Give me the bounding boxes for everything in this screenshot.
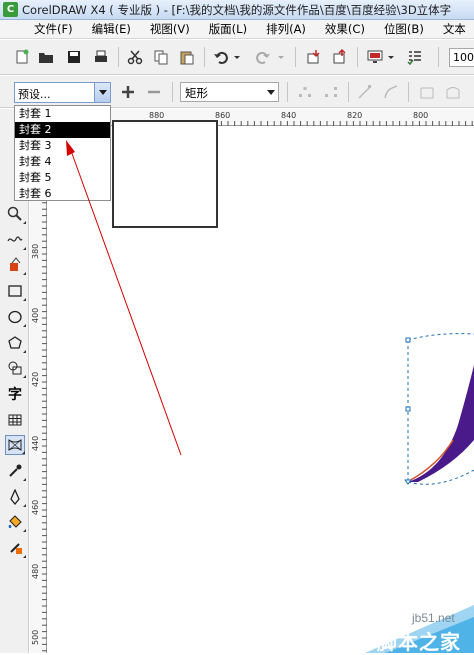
smart-fill-icon[interactable] [5,255,26,275]
shape-type-combo-box[interactable]: 矩形 [180,82,279,102]
preset-combo-box[interactable]: 预设... [14,82,111,103]
table-icon[interactable] [5,410,25,430]
ruler-label: 840 [281,111,297,120]
preset-option-2[interactable]: 封套 2 [15,122,110,138]
watermark-text: 脚本之家 [377,630,461,654]
menu-effects[interactable]: 效果(C) [325,21,365,37]
paste-icon[interactable] [178,48,196,66]
undo-icon[interactable] [212,48,230,66]
envelope-tool-icon[interactable] [5,435,25,455]
application-launcher-icon[interactable] [366,48,384,66]
to-line-icon[interactable] [356,83,374,101]
preset-value: 预设... [18,88,51,101]
menu-file[interactable]: 文件(F) [34,21,73,37]
cut-icon[interactable] [126,48,144,66]
redo-dropdown-icon[interactable] [276,48,286,66]
eyedropper-icon[interactable] [5,461,26,481]
preset-option-1[interactable]: 封套 1 [15,106,110,122]
undo-dropdown-icon[interactable] [232,48,242,66]
ruler-label: 460 [31,499,40,515]
preset-option-3[interactable]: 封套 3 [15,138,110,154]
ruler-label: 800 [413,111,429,120]
new-document-icon[interactable] [13,48,31,66]
ruler-label: 820 [347,111,363,120]
menu-layout[interactable]: 版面(L) [209,21,247,37]
envelope-node[interactable] [404,479,412,485]
ruler-label: 860 [215,111,231,120]
freehand-icon[interactable] [5,230,26,250]
ruler-label: 440 [31,435,40,451]
vertical-ruler[interactable]: 380 400 420 440 460 480 500 [30,126,47,653]
menu-edit[interactable]: 编辑(E) [92,21,131,37]
preset-dropdown-list: 封套 1 封套 2 封套 3 封套 4 封套 5 封套 6 [14,105,111,201]
add-preset-icon[interactable] [119,83,137,101]
launcher-dropdown-icon[interactable] [386,48,396,66]
preset-option-4[interactable]: 封套 4 [15,154,110,170]
menu-view[interactable]: 视图(V) [150,21,190,37]
envelope-object[interactable] [398,330,474,495]
watermark-domain: jb51.net [412,611,455,625]
ruler-label: 380 [31,243,40,259]
chevron-down-icon[interactable] [94,83,110,102]
redo-icon[interactable] [254,48,272,66]
envelope-straight-line-icon[interactable] [418,83,436,101]
delete-node-icon[interactable] [322,83,340,101]
import-icon[interactable] [305,48,323,66]
preset-option-5[interactable]: 封套 5 [15,170,110,186]
add-node-icon[interactable] [296,83,314,101]
ruler-label: 500 [31,629,40,645]
polygon-icon[interactable] [5,333,26,353]
interactive-fill-icon[interactable] [5,538,26,558]
property-bar: 预设... 矩形 [0,76,474,108]
envelope-shape-fill [408,365,474,482]
export-icon[interactable] [331,48,349,66]
ruler-label: 480 [31,563,40,579]
outline-pen-icon[interactable] [5,487,26,507]
text-tool-icon[interactable]: 字 [5,384,25,404]
print-icon[interactable] [92,48,110,66]
shape-type-value: 矩形 [185,86,208,100]
menu-bitmaps[interactable]: 位图(B) [384,21,424,37]
envelope-preview [112,120,218,228]
zoom-level-field[interactable]: 100% [449,48,474,67]
envelope-node[interactable] [405,406,411,412]
zoom-icon[interactable] [5,204,26,224]
rectangle-icon[interactable] [5,281,26,301]
window-title: CorelDRAW X4 ( 专业版 ) - [F:\我的文档\我的源文件作品\… [22,2,452,17]
basic-shapes-icon[interactable] [5,358,26,378]
copy-icon[interactable] [152,48,170,66]
app-logo-icon[interactable]: C [3,2,18,17]
menu-bar: 文件(F) 编辑(E) 视图(V) 版面(L) 排列(A) 效果(C) 位图(B… [0,20,474,39]
envelope-node[interactable] [405,337,411,343]
ruler-label: 880 [149,111,165,120]
menu-text[interactable]: 文本 [443,21,466,37]
open-folder-icon[interactable] [37,48,55,66]
menu-arrange[interactable]: 排列(A) [266,21,306,37]
standard-toolbar: 100% [0,40,474,75]
title-bar: CorelDRAW X4 ( 专业版 ) - [F:\我的文档\我的源文件作品\… [0,0,474,20]
save-icon[interactable] [65,48,83,66]
watermark: jb51.net 脚本之家 [365,595,474,654]
to-curve-icon[interactable] [382,83,400,101]
ellipse-icon[interactable] [5,307,26,327]
fill-bucket-icon[interactable] [5,512,26,532]
remove-preset-icon[interactable] [145,83,163,101]
envelope-single-arc-icon[interactable] [444,83,462,101]
ruler-label: 420 [31,371,40,387]
ruler-label: 400 [31,307,40,323]
options-list-icon[interactable] [406,48,424,66]
chevron-down-icon[interactable] [267,90,275,95]
preset-option-6[interactable]: 封套 6 [15,186,110,202]
